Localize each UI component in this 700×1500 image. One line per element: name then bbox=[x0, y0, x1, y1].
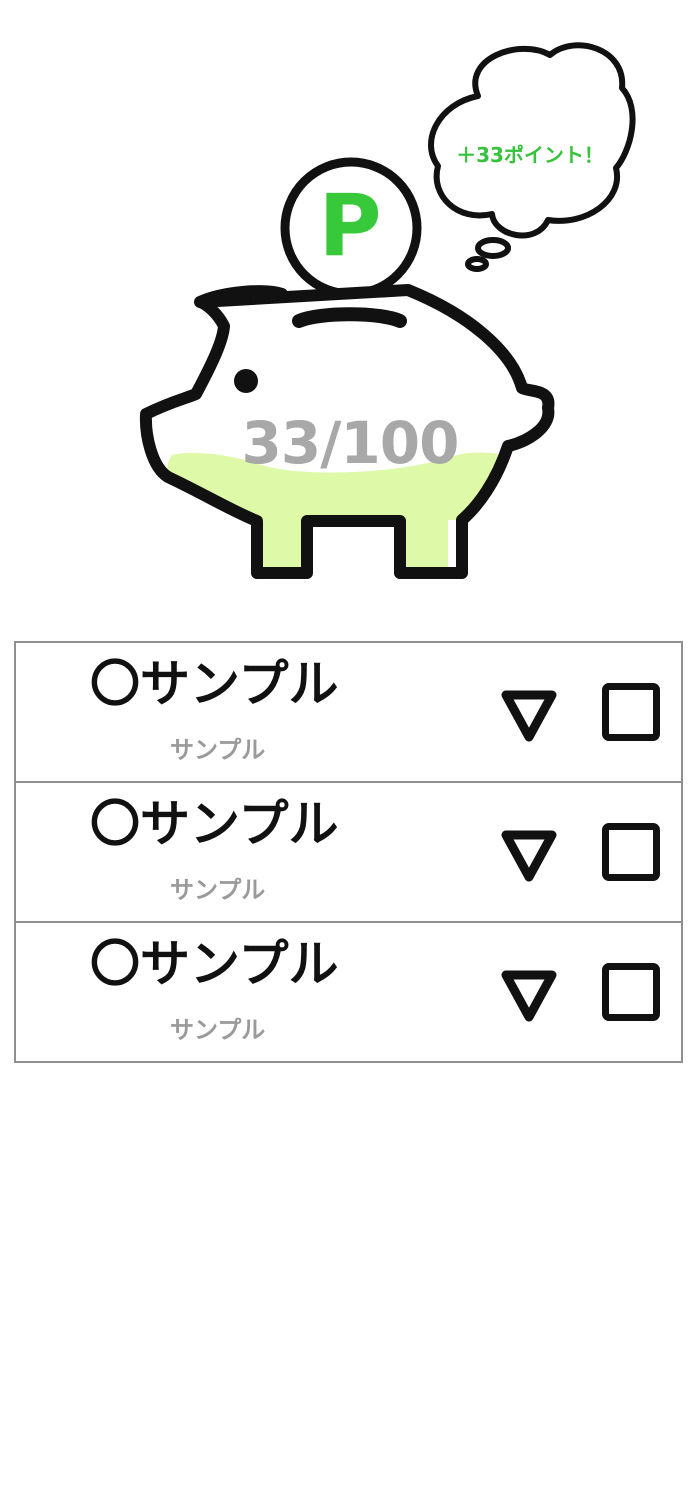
item-subtitle: サンプル bbox=[170, 1016, 266, 1044]
item-title: 〇サンプル bbox=[90, 655, 339, 713]
item-title: 〇サンプル bbox=[90, 795, 339, 853]
piggy-bank-progress: P ＋33ポイント！ 33/100 bbox=[0, 0, 700, 600]
list-item: 〇サンプル サンプル bbox=[16, 923, 681, 1061]
progress-count: 33/100 bbox=[241, 409, 460, 477]
checkbox-icon[interactable] bbox=[602, 683, 660, 741]
coin-letter: P bbox=[318, 176, 382, 276]
triangle-down-icon[interactable] bbox=[498, 825, 560, 887]
checkbox-icon[interactable] bbox=[602, 963, 660, 1021]
item-title: 〇サンプル bbox=[90, 935, 339, 993]
list-item: 〇サンプル サンプル bbox=[16, 783, 681, 923]
triangle-down-icon[interactable] bbox=[498, 685, 560, 747]
piggy-bank-illustration bbox=[139, 42, 636, 579]
checkbox-icon[interactable] bbox=[602, 823, 660, 881]
item-subtitle: サンプル bbox=[170, 876, 266, 904]
task-list: 〇サンプル サンプル 〇サンプル サンプル 〇サンプル サンプル bbox=[14, 641, 683, 1063]
points-earned-text: ＋33ポイント！ bbox=[456, 143, 604, 167]
list-item: 〇サンプル サンプル bbox=[16, 643, 681, 783]
triangle-down-icon[interactable] bbox=[498, 965, 560, 1027]
item-subtitle: サンプル bbox=[170, 736, 266, 764]
